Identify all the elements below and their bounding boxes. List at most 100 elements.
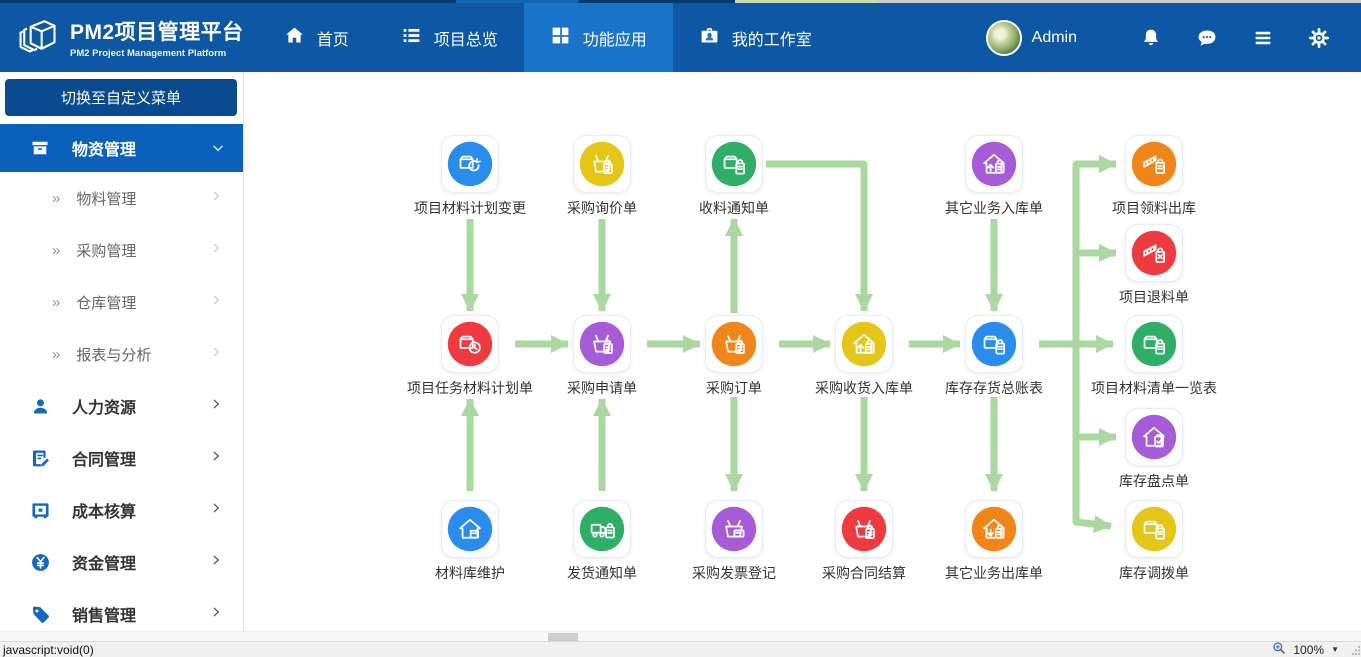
menu-icon[interactable] bbox=[1235, 27, 1291, 49]
box-refresh-icon[interactable] bbox=[441, 135, 499, 193]
flow-node-label: 收料通知单 bbox=[649, 198, 819, 218]
resize-grip-icon[interactable] bbox=[1351, 644, 1361, 656]
workflow-canvas: 项目材料计划变更采购询价单收料通知单其它业务入库单项目领料出库项目退料单项目任务… bbox=[245, 72, 1361, 631]
box-tag-icon[interactable] bbox=[1125, 315, 1183, 373]
flow-node[interactable]: 项目退料单 bbox=[1069, 224, 1239, 307]
flow-node-label: 库存盘点单 bbox=[1069, 471, 1239, 491]
double-chevron-icon: » bbox=[52, 190, 60, 207]
chevron-right-icon bbox=[209, 553, 223, 572]
flow-node-label: 其它业务出库单 bbox=[909, 563, 1079, 583]
sidebar-subitem[interactable]: »报表与分析 bbox=[0, 328, 243, 380]
group-label: 资金管理 bbox=[72, 550, 209, 574]
group-label: 成本核算 bbox=[72, 498, 209, 522]
sidebar-subitem[interactable]: » 仓库管理 bbox=[0, 276, 243, 328]
username[interactable]: Admin bbox=[1032, 29, 1077, 47]
basket-tag-icon[interactable] bbox=[573, 135, 631, 193]
nav-item-list[interactable]: 项目总览 bbox=[375, 3, 524, 72]
nav-label: 功能应用 bbox=[583, 26, 647, 50]
horizontal-scrollbar[interactable] bbox=[0, 631, 1361, 641]
flow-node[interactable]: 项目材料清单一览表 bbox=[1069, 315, 1239, 398]
chevron-right-icon bbox=[209, 189, 223, 207]
list-icon bbox=[401, 25, 422, 51]
user-icon bbox=[30, 396, 51, 417]
app-window: PM2项目管理平台 PM2 Project Management Platfor… bbox=[0, 0, 1361, 657]
house-box-icon[interactable] bbox=[441, 500, 499, 558]
box-tag-icon[interactable] bbox=[965, 315, 1023, 373]
chevron-right-icon bbox=[209, 241, 223, 259]
house-clip-icon[interactable] bbox=[1125, 408, 1183, 466]
flow-node[interactable]: 库存调拨单 bbox=[1069, 500, 1239, 583]
chevron-right-icon bbox=[209, 605, 223, 624]
basket-yen-icon[interactable]: ¥ bbox=[835, 500, 893, 558]
nav-item-grid[interactable]: 功能应用 bbox=[524, 3, 673, 72]
sidebar-item-tag[interactable]: 销售管理 bbox=[0, 588, 243, 631]
rack-x-icon[interactable] bbox=[1125, 224, 1183, 282]
box-tag-icon[interactable] bbox=[1125, 500, 1183, 558]
tag-icon bbox=[30, 604, 51, 625]
sidebar-item-label: 物资管理 bbox=[72, 136, 211, 160]
chevron-right-icon bbox=[209, 293, 223, 311]
flow-node[interactable]: 库存存货总账表 bbox=[909, 315, 1079, 398]
subitem-label: 仓库管理 bbox=[76, 292, 209, 313]
flow-node-label: 项目材料清单一览表 bbox=[1069, 378, 1239, 398]
switch-menu-button[interactable]: 切换至自定义菜单 bbox=[5, 79, 237, 116]
flow-node-label: 项目退料单 bbox=[1069, 287, 1239, 307]
flow-node[interactable]: 其它业务出库单 bbox=[909, 500, 1079, 583]
flow-node-label: 项目领料出库 bbox=[1069, 198, 1239, 218]
rack-tag-icon[interactable] bbox=[1125, 135, 1183, 193]
flow-node-label: 库存存货总账表 bbox=[909, 378, 1079, 398]
basket-card-icon[interactable] bbox=[705, 500, 763, 558]
yen-icon bbox=[30, 552, 51, 573]
sidebar: 切换至自定义菜单 物资管理 » 物料管理 » 采购管理 » 仓库管理 »报表与分析人力资源合… bbox=[0, 72, 244, 631]
header-actions: Admin bbox=[986, 3, 1361, 72]
message-icon[interactable] bbox=[1179, 27, 1235, 49]
nav-item-workspace[interactable]: 我的工作室 bbox=[673, 3, 838, 72]
chevron-right-icon bbox=[209, 501, 223, 520]
sidebar-subitem[interactable]: » 采购管理 bbox=[0, 224, 243, 276]
double-chevron-icon: » bbox=[52, 242, 60, 259]
flow-node-label: 其它业务入库单 bbox=[909, 198, 1079, 218]
sidebar-item-safe[interactable]: 成本核算 bbox=[0, 484, 243, 536]
group-label: 合同管理 bbox=[72, 446, 209, 470]
settings-icon[interactable] bbox=[1291, 27, 1347, 49]
house-up-icon[interactable] bbox=[965, 135, 1023, 193]
subitem-label: 物料管理 bbox=[76, 188, 209, 209]
sidebar-item-yen[interactable]: 资金管理 bbox=[0, 536, 243, 588]
basket-tag-icon[interactable] bbox=[573, 315, 631, 373]
scrollbar-thumb[interactable] bbox=[548, 633, 578, 641]
truck-tag-icon[interactable] bbox=[573, 500, 631, 558]
box-clock-icon[interactable] bbox=[441, 315, 499, 373]
chevron-right-icon bbox=[209, 397, 223, 416]
bell-icon[interactable] bbox=[1123, 27, 1179, 49]
zoom-dropdown-caret[interactable]: ▼ bbox=[1331, 645, 1339, 654]
nav-item-home[interactable]: 首页 bbox=[258, 3, 375, 72]
zoom-level: 100% bbox=[1293, 643, 1324, 657]
box-tag-icon[interactable] bbox=[705, 135, 763, 193]
double-chevron-icon: » bbox=[52, 294, 60, 311]
header-action-icons bbox=[1123, 27, 1347, 49]
subitem-label: 采购管理 bbox=[76, 240, 209, 261]
zoom-control[interactable]: 100% ▼ bbox=[1272, 641, 1345, 657]
basket-tag-icon[interactable] bbox=[705, 315, 763, 373]
sidebar-item-contract[interactable]: 合同管理 bbox=[0, 432, 243, 484]
flow-node[interactable]: 库存盘点单 bbox=[1069, 408, 1239, 491]
avatar[interactable] bbox=[986, 20, 1022, 56]
sidebar-item-user[interactable]: 人力资源 bbox=[0, 380, 243, 432]
flow-node[interactable]: 项目领料出库 bbox=[1069, 135, 1239, 218]
flow-node[interactable]: 收料通知单 bbox=[649, 135, 819, 218]
chevron-down-icon bbox=[211, 141, 225, 155]
app-logo: PM2项目管理平台 PM2 Project Management Platfor… bbox=[0, 3, 258, 72]
nav-label: 首页 bbox=[317, 26, 349, 50]
contract-icon bbox=[30, 448, 51, 469]
svg-text:¥: ¥ bbox=[868, 532, 872, 539]
flow-node[interactable]: 其它业务入库单 bbox=[909, 135, 1079, 218]
sidebar-subitem[interactable]: » 物料管理 bbox=[0, 172, 243, 224]
app-subtitle: PM2 Project Management Platform bbox=[70, 48, 244, 59]
sidebar-item-material-management[interactable]: 物资管理 bbox=[0, 124, 243, 172]
nav-label: 我的工作室 bbox=[732, 26, 812, 50]
app-title: PM2项目管理平台 bbox=[70, 16, 244, 46]
house-up-icon[interactable] bbox=[835, 315, 893, 373]
group-label: 人力资源 bbox=[72, 394, 209, 418]
house-down-icon[interactable] bbox=[965, 500, 1023, 558]
nav-label: 项目总览 bbox=[434, 26, 498, 50]
